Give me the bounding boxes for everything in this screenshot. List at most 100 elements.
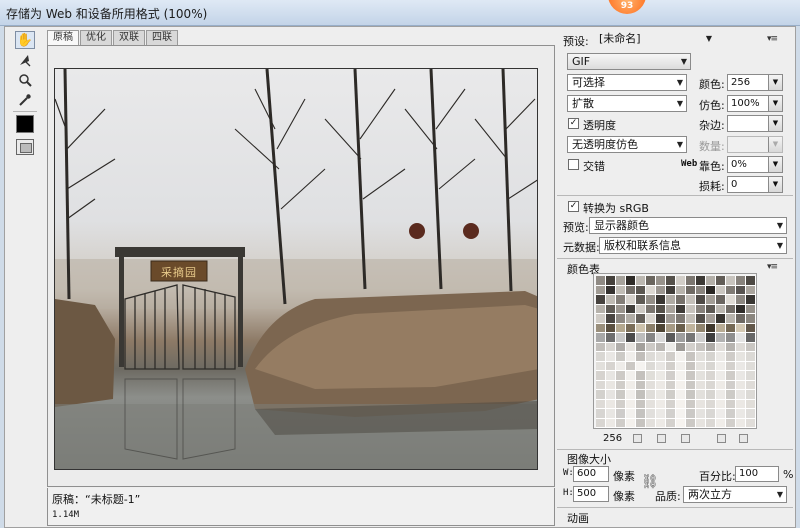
color-swatch[interactable] bbox=[636, 304, 646, 314]
color-swatch[interactable] bbox=[726, 371, 736, 381]
toggle-slices-visibility-icon[interactable] bbox=[16, 139, 34, 155]
color-swatch[interactable] bbox=[746, 314, 756, 324]
color-swatch[interactable] bbox=[716, 409, 726, 419]
color-swatch[interactable] bbox=[636, 295, 646, 305]
color-swatch[interactable] bbox=[726, 333, 736, 343]
color-swatch[interactable] bbox=[746, 304, 756, 314]
color-swatch[interactable] bbox=[736, 390, 746, 400]
color-swatch[interactable] bbox=[696, 295, 706, 305]
color-swatch[interactable] bbox=[716, 314, 726, 324]
color-swatch[interactable] bbox=[706, 380, 716, 390]
color-swatch[interactable] bbox=[696, 323, 706, 333]
color-swatch[interactable] bbox=[736, 285, 746, 295]
color-swatch[interactable] bbox=[656, 314, 666, 324]
color-swatch[interactable] bbox=[706, 295, 716, 305]
color-swatch[interactable] bbox=[736, 304, 746, 314]
color-swatch[interactable] bbox=[696, 285, 706, 295]
color-swatch[interactable] bbox=[696, 390, 706, 400]
color-swatch[interactable] bbox=[716, 418, 726, 428]
color-swatch[interactable] bbox=[676, 333, 686, 343]
color-swatch[interactable] bbox=[636, 323, 646, 333]
color-swatch[interactable] bbox=[626, 390, 636, 400]
color-swatch[interactable] bbox=[596, 276, 606, 286]
color-swatch[interactable] bbox=[596, 371, 606, 381]
color-table-menu-icon[interactable]: ▾≡ bbox=[767, 262, 778, 272]
color-swatch[interactable] bbox=[716, 371, 726, 381]
color-swatch[interactable] bbox=[616, 352, 626, 362]
color-swatch[interactable] bbox=[726, 304, 736, 314]
color-swatch[interactable] bbox=[626, 380, 636, 390]
color-swatch[interactable] bbox=[596, 399, 606, 409]
color-swatch[interactable] bbox=[696, 304, 706, 314]
map-to-transparent-icon[interactable] bbox=[633, 434, 642, 443]
color-swatch[interactable] bbox=[696, 371, 706, 381]
color-swatch[interactable] bbox=[726, 285, 736, 295]
color-swatch[interactable] bbox=[616, 323, 626, 333]
color-swatch[interactable] bbox=[706, 333, 716, 343]
color-swatch[interactable] bbox=[716, 304, 726, 314]
color-swatch[interactable] bbox=[676, 285, 686, 295]
color-swatch[interactable] bbox=[606, 371, 616, 381]
color-swatch[interactable] bbox=[696, 342, 706, 352]
color-swatch[interactable] bbox=[636, 361, 646, 371]
color-swatch[interactable] bbox=[706, 323, 716, 333]
metadata-select[interactable]: 版权和联系信息 ▼ bbox=[599, 237, 787, 254]
color-swatch[interactable] bbox=[656, 380, 666, 390]
color-swatch[interactable] bbox=[716, 276, 726, 286]
slice-select-tool-icon[interactable] bbox=[15, 51, 35, 69]
color-swatch[interactable] bbox=[626, 399, 636, 409]
color-swatch[interactable] bbox=[696, 380, 706, 390]
color-swatch[interactable] bbox=[626, 352, 636, 362]
color-swatch[interactable] bbox=[686, 285, 696, 295]
color-swatch[interactable] bbox=[676, 361, 686, 371]
lossy-field[interactable]: 0 ▼ bbox=[727, 176, 783, 193]
color-swatch[interactable] bbox=[736, 371, 746, 381]
color-swatch[interactable] bbox=[646, 390, 656, 400]
color-swatch[interactable] bbox=[726, 361, 736, 371]
color-swatch[interactable] bbox=[656, 361, 666, 371]
color-swatch[interactable] bbox=[676, 390, 686, 400]
color-swatch[interactable] bbox=[746, 361, 756, 371]
height-field[interactable]: 500 bbox=[573, 486, 609, 502]
color-swatch[interactable] bbox=[736, 380, 746, 390]
color-swatch[interactable] bbox=[656, 333, 666, 343]
web-snap-field[interactable]: 0% ▼ bbox=[727, 156, 783, 173]
color-swatch[interactable] bbox=[686, 276, 696, 286]
color-swatch[interactable] bbox=[746, 323, 756, 333]
color-swatch[interactable] bbox=[616, 409, 626, 419]
color-swatch[interactable] bbox=[616, 399, 626, 409]
color-swatch[interactable] bbox=[606, 333, 616, 343]
transparency-dither-select[interactable]: 无透明度仿色 ▼ bbox=[567, 136, 687, 153]
preset-select[interactable]: [未命名] ▼ bbox=[595, 31, 715, 48]
color-swatch[interactable] bbox=[696, 409, 706, 419]
color-swatch[interactable] bbox=[736, 399, 746, 409]
zoom-tool-icon[interactable] bbox=[15, 71, 35, 89]
color-swatch[interactable] bbox=[616, 276, 626, 286]
color-swatch[interactable] bbox=[706, 314, 716, 324]
color-swatch[interactable] bbox=[686, 304, 696, 314]
color-swatch[interactable] bbox=[596, 295, 606, 305]
color-swatch[interactable] bbox=[716, 380, 726, 390]
color-swatch[interactable] bbox=[646, 399, 656, 409]
color-swatch[interactable] bbox=[596, 361, 606, 371]
color-swatch[interactable] bbox=[596, 304, 606, 314]
color-swatch[interactable] bbox=[616, 333, 626, 343]
color-swatch[interactable] bbox=[666, 390, 676, 400]
color-swatch[interactable] bbox=[636, 333, 646, 343]
color-swatch[interactable] bbox=[656, 352, 666, 362]
color-swatch[interactable] bbox=[606, 285, 616, 295]
color-swatch[interactable] bbox=[706, 418, 716, 428]
color-swatch[interactable] bbox=[626, 409, 636, 419]
color-swatch[interactable] bbox=[746, 342, 756, 352]
color-swatch[interactable] bbox=[716, 390, 726, 400]
color-swatch[interactable] bbox=[596, 418, 606, 428]
color-swatch[interactable] bbox=[726, 399, 736, 409]
dither-field[interactable]: 100% ▼ bbox=[727, 95, 783, 112]
chevron-down-icon[interactable]: ▼ bbox=[768, 157, 782, 172]
interlaced-checkbox[interactable] bbox=[568, 159, 579, 170]
color-swatch[interactable] bbox=[726, 323, 736, 333]
color-swatch[interactable] bbox=[676, 409, 686, 419]
color-swatch[interactable] bbox=[656, 399, 666, 409]
color-swatch[interactable] bbox=[606, 276, 616, 286]
color-swatch[interactable] bbox=[676, 276, 686, 286]
